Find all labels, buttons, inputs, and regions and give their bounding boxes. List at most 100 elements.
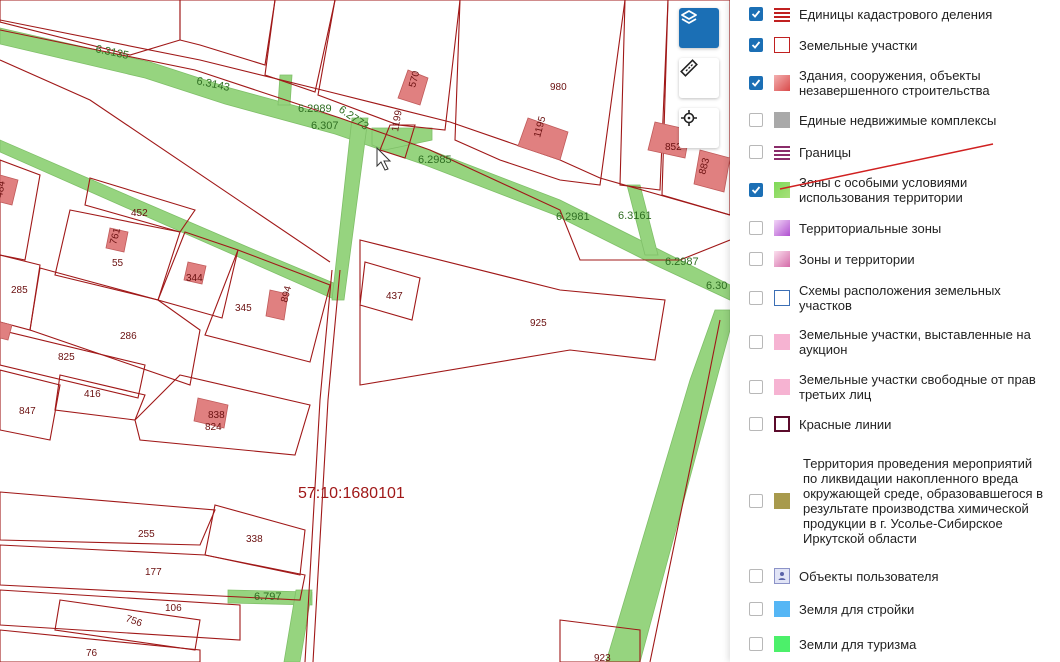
- layers-icon: [681, 10, 697, 24]
- parcel-number-label: 344: [186, 273, 203, 284]
- parcel-286[interactable]: [29, 267, 201, 386]
- layer-checkbox[interactable]: [749, 38, 763, 52]
- layer-checkbox[interactable]: [749, 7, 763, 21]
- parcel-925[interactable]: [359, 239, 666, 386]
- layer-item[interactable]: Земельные участки: [730, 25, 1060, 65]
- bright-green-swatch-icon: [774, 636, 790, 652]
- zone-number-label: 6.2985: [418, 154, 452, 166]
- layer-label: Зоны и территории: [799, 251, 915, 267]
- layer-checkbox[interactable]: [749, 291, 763, 305]
- outline-blue-swatch-icon: [774, 290, 790, 306]
- parcels-layer: [0, 0, 730, 662]
- layer-label: Территория проведения мероприятий по лик…: [803, 456, 1044, 546]
- layer-item[interactable]: Земельные участки, выставленные на аукци…: [730, 322, 1060, 362]
- gray-swatch-icon: [774, 112, 790, 128]
- parcel-number-label: 416: [84, 389, 101, 400]
- parcel-106[interactable]: [0, 589, 241, 641]
- checkmark-icon: [751, 79, 761, 87]
- layer-label: Красные линии: [799, 416, 892, 432]
- parcel-number-label: 255: [138, 529, 155, 540]
- layer-checkbox[interactable]: [749, 145, 763, 159]
- layer-label: Здания, сооружения, объекты незавершенно…: [799, 68, 990, 98]
- parcel-number-label: 894: [279, 284, 294, 303]
- map-canvas[interactable]: 980 570 1199 1195 852 883 484 452 761 55 344 345 894…: [0, 0, 730, 662]
- layer-item[interactable]: Зоны с особыми условиями использования т…: [730, 170, 1060, 210]
- layer-checkbox[interactable]: [749, 113, 763, 127]
- layer-item[interactable]: Границы: [730, 132, 1060, 172]
- parcel-number-label: 286: [120, 331, 137, 342]
- layer-item[interactable]: Схемы расположения земельных участков: [730, 278, 1060, 318]
- parcel-number-label: 338: [246, 534, 263, 545]
- stripes-red-swatch-icon: [774, 6, 790, 22]
- quarter-number-label: 57:10:1680101: [298, 485, 405, 502]
- layer-item[interactable]: Земли для туризма: [730, 624, 1060, 662]
- layer-checkbox[interactable]: [749, 183, 763, 197]
- layer-checkbox[interactable]: [749, 602, 763, 616]
- map-svg[interactable]: 9805701199 119585288348445276155344345894…: [0, 0, 730, 662]
- zone-number-label: 6.797: [254, 591, 282, 603]
- parcel-number-label: 452: [131, 208, 148, 219]
- layer-checkbox[interactable]: [749, 494, 763, 508]
- parcel-number-label: 925: [530, 318, 547, 329]
- parcel-number-label: 177: [145, 567, 162, 578]
- layer-item[interactable]: Зоны и территории: [730, 239, 1060, 279]
- parcel-980[interactable]: [454, 0, 626, 186]
- parcel-number-label: 980: [550, 82, 567, 93]
- parcel-number-label: 76: [86, 648, 98, 659]
- layers-panel: Единицы кадастрового деления Земельные уч…: [730, 0, 1060, 662]
- layer-item[interactable]: Земельные участки свободные от прав трет…: [730, 367, 1060, 407]
- layer-checkbox[interactable]: [749, 335, 763, 349]
- green-swatch-icon: [774, 182, 790, 198]
- outline-darkred-swatch-icon: [774, 416, 790, 432]
- parcel-484[interactable]: [0, 159, 41, 261]
- parcel-number-label: 824: [205, 422, 222, 433]
- layer-label: Схемы расположения земельных участков: [799, 283, 1001, 313]
- layer-label: Земли для туризма: [799, 636, 917, 652]
- parcel-255[interactable]: [0, 491, 216, 546]
- layer-label: Единицы кадастрового деления: [799, 6, 993, 22]
- layer-label: Земля для стройки: [799, 601, 915, 617]
- layer-item[interactable]: Земля для стройки: [730, 589, 1060, 629]
- layer-label: Земельные участки: [799, 37, 918, 53]
- zone-road-vertical[interactable]: [331, 117, 369, 301]
- parcel-852[interactable]: [619, 0, 669, 191]
- zone-number-label: 6.307: [311, 120, 339, 132]
- layer-checkbox[interactable]: [749, 76, 763, 90]
- layer-item[interactable]: Территория проведения мероприятий по лик…: [730, 456, 1060, 546]
- layer-checkbox[interactable]: [749, 569, 763, 583]
- layer-label: Земельные участки свободные от прав трет…: [799, 372, 1036, 402]
- layer-label: Объекты пользователя: [799, 568, 939, 584]
- layer-checkbox[interactable]: [749, 380, 763, 394]
- layer-label: Единые недвижимые комплексы: [799, 112, 997, 128]
- layer-checkbox[interactable]: [749, 637, 763, 651]
- layer-item[interactable]: Здания, сооружения, объекты незавершенно…: [730, 63, 1060, 103]
- zone-number-label: 6.30: [706, 280, 727, 292]
- pink-swatch-icon: [774, 334, 790, 350]
- gradient-pink-swatch-icon: [774, 251, 790, 267]
- parcel-north-2[interactable]: [179, 0, 276, 66]
- parcel-number-label: 847: [19, 406, 36, 417]
- checkmark-icon: [751, 10, 761, 18]
- parcel-847[interactable]: [0, 369, 61, 441]
- crosshair-icon: [681, 110, 697, 126]
- layers-button[interactable]: [679, 8, 719, 48]
- parcel-number-label: 285: [11, 285, 28, 296]
- layer-label: Границы: [799, 144, 851, 160]
- user-icon-swatch-icon: [774, 568, 790, 584]
- zone-labels: 6.31356.31436.2989 6.27736.3076.29856.298…: [94, 43, 727, 603]
- layer-label: Земельные участки, выставленные на аукци…: [799, 327, 1031, 357]
- measure-button[interactable]: [679, 58, 719, 98]
- locate-button[interactable]: [679, 108, 719, 148]
- building-286[interactable]: [0, 321, 13, 341]
- layer-checkbox[interactable]: [749, 417, 763, 431]
- checkmark-icon: [751, 186, 761, 194]
- layer-checkbox[interactable]: [749, 252, 763, 266]
- layer-item[interactable]: Красные линии: [730, 404, 1060, 444]
- parcel-number-label: 838: [208, 410, 225, 421]
- ruler-icon: [680, 59, 698, 77]
- layer-checkbox[interactable]: [749, 221, 763, 235]
- pink-swatch-icon: [774, 379, 790, 395]
- zone-number-label: 6.3161: [618, 210, 652, 222]
- parcel-number-label: 345: [235, 303, 252, 314]
- parcel-number-label: 55: [112, 258, 124, 269]
